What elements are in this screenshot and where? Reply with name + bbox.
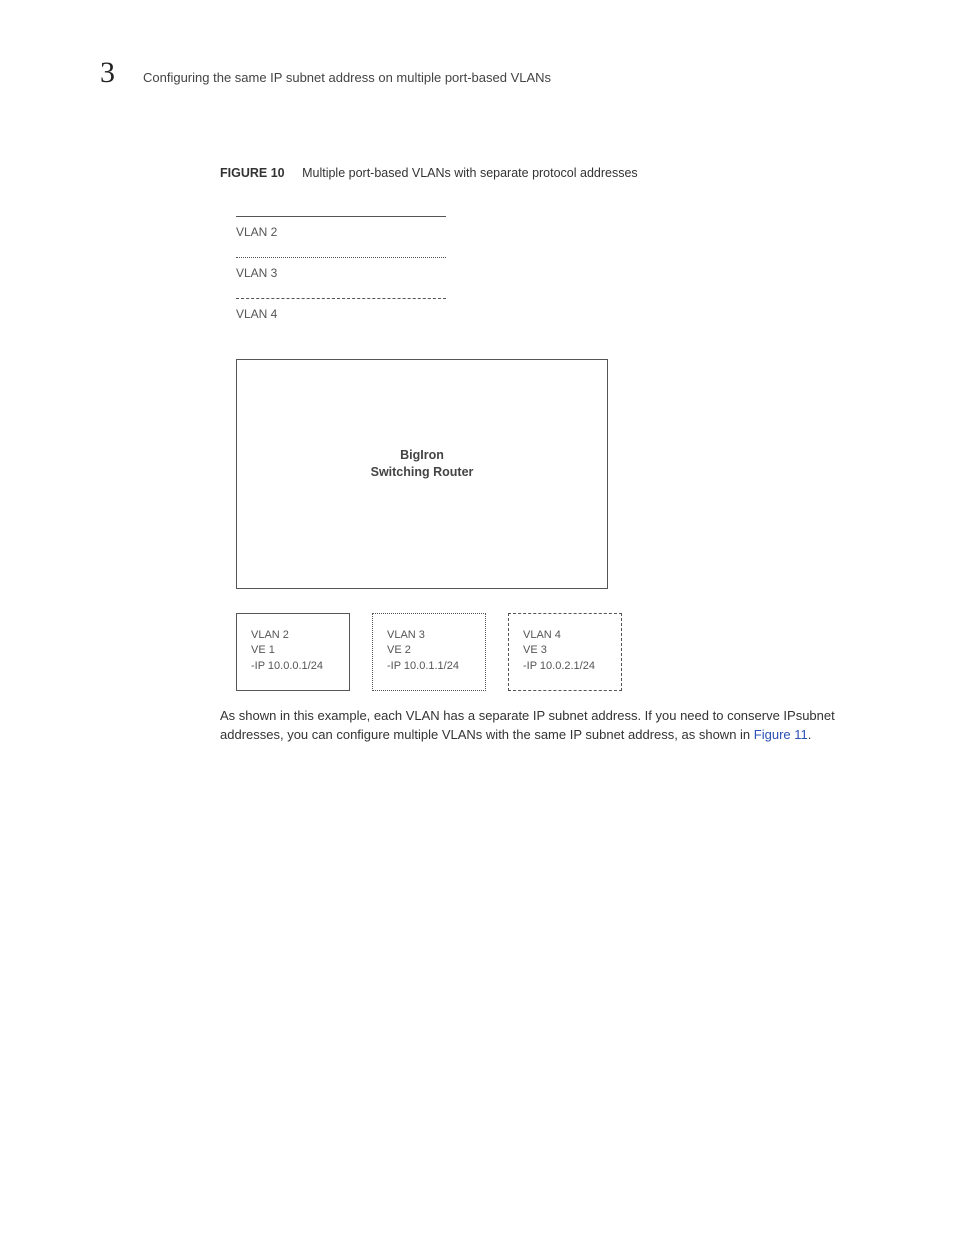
vlan-boxes: VLAN 2 VE 1 -IP 10.0.0.1/24 VLAN 3 VE 2 …: [236, 613, 894, 691]
page-header: 3 Configuring the same IP subnet address…: [100, 56, 894, 90]
vlan-ve: VE 3: [523, 643, 613, 658]
vlan-ve: VE 2: [387, 643, 477, 658]
legend-line-dotted: [236, 257, 446, 258]
vlan-box-4: VLAN 4 VE 3 -IP 10.0.2.1/24: [508, 613, 622, 691]
vlan-ve: VE 1: [251, 643, 341, 658]
figure-caption: FIGURE 10 Multiple port-based VLANs with…: [220, 166, 894, 180]
vlan-ip: -IP 10.0.0.1/24: [251, 659, 341, 674]
router-label: BigIron Switching Router: [371, 447, 474, 481]
vlan-name: VLAN 2: [251, 628, 341, 643]
router-line2: Switching Router: [371, 465, 474, 479]
paragraph-pre: As shown in this example, each VLAN has …: [220, 708, 835, 742]
vlan-name: VLAN 4: [523, 628, 613, 643]
figure-legend: VLAN 2 VLAN 3 VLAN 4: [236, 216, 446, 321]
legend-line-dashdot: [236, 298, 446, 299]
vlan-ip: -IP 10.0.2.1/24: [523, 659, 613, 674]
page-content: 3 Configuring the same IP subnet address…: [0, 0, 954, 805]
vlan-ip: -IP 10.0.1.1/24: [387, 659, 477, 674]
figure-label: FIGURE 10: [220, 166, 285, 180]
figure-caption-text: Multiple port-based VLANs with separate …: [302, 166, 638, 180]
legend-label-vlan2: VLAN 2: [236, 225, 446, 239]
vlan-box-3: VLAN 3 VE 2 -IP 10.0.1.1/24: [372, 613, 486, 691]
figure-link[interactable]: Figure 11: [754, 727, 808, 742]
router-box: BigIron Switching Router: [236, 359, 608, 589]
vlan-box-2: VLAN 2 VE 1 -IP 10.0.0.1/24: [236, 613, 350, 691]
header-title: Configuring the same IP subnet address o…: [143, 70, 551, 85]
chapter-number: 3: [100, 56, 115, 90]
legend-label-vlan4: VLAN 4: [236, 307, 446, 321]
router-line1: BigIron: [400, 448, 444, 462]
paragraph-post: .: [808, 727, 812, 742]
body-paragraph: As shown in this example, each VLAN has …: [220, 707, 870, 745]
vlan-name: VLAN 3: [387, 628, 477, 643]
legend-line-solid: [236, 216, 446, 217]
legend-label-vlan3: VLAN 3: [236, 266, 446, 280]
